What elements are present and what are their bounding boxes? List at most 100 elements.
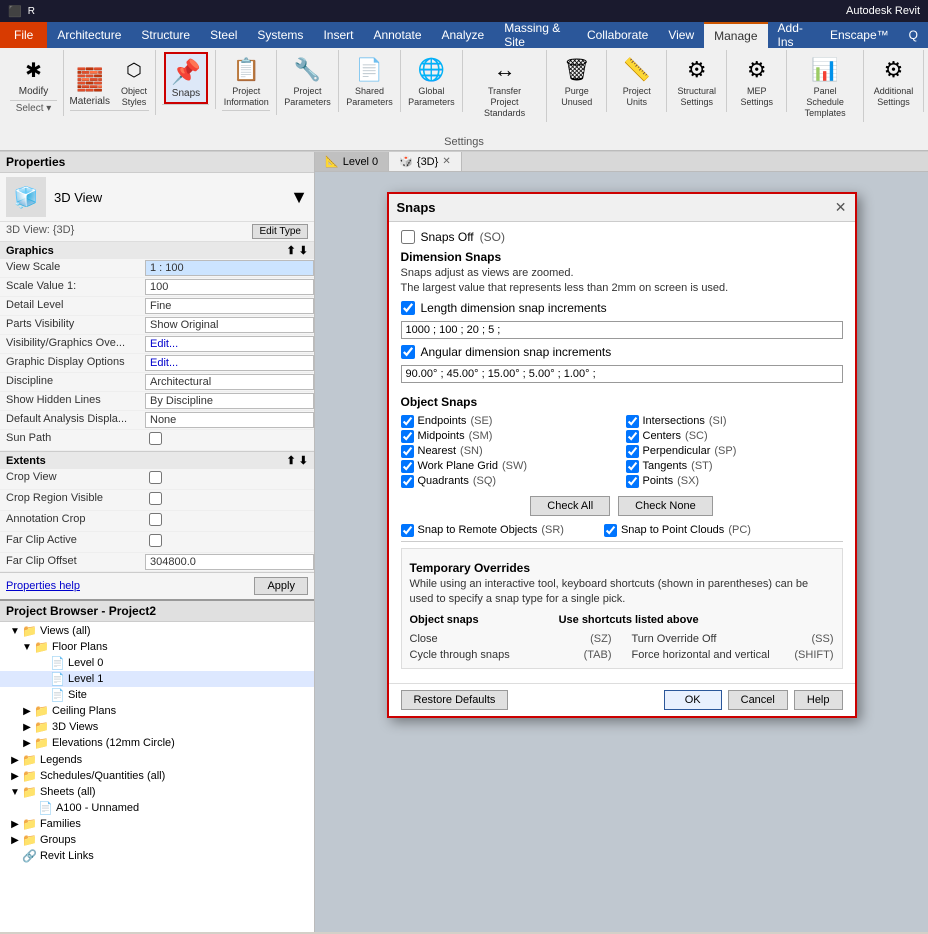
tab-enscape[interactable]: Enscape™ <box>820 22 899 48</box>
materials-button[interactable]: 🧱 Materials <box>65 62 114 110</box>
length-snap-checkbox[interactable] <box>401 301 415 315</box>
angular-snap-input[interactable] <box>401 365 843 383</box>
points-checkbox[interactable] <box>626 475 639 488</box>
nearest-checkbox[interactable] <box>401 445 414 458</box>
quadrants-checkbox[interactable] <box>401 475 414 488</box>
extents-section-header[interactable]: Extents ⬆ ⬇ <box>0 452 314 469</box>
shared-params-button[interactable]: 📄 SharedParameters <box>342 52 397 110</box>
panel-schedule-button[interactable]: 📊 Panel ScheduleTemplates <box>793 52 857 120</box>
cancel-button[interactable]: Cancel <box>728 690 788 710</box>
work-plane-checkbox[interactable] <box>401 460 414 473</box>
ok-button[interactable]: OK <box>664 690 722 710</box>
prop-view-dropdown[interactable]: ▼ <box>290 187 308 208</box>
tree-row-a100[interactable]: 📄 A100 - Unnamed <box>0 800 314 816</box>
transfer-button[interactable]: ↔ TransferProject Standards <box>469 52 540 120</box>
help-button[interactable]: Help <box>794 690 843 710</box>
annot-crop-checkbox[interactable] <box>149 513 162 526</box>
tab-manage[interactable]: Manage <box>704 22 767 48</box>
sun-path-value[interactable] <box>145 431 314 449</box>
tab-structure[interactable]: Structure <box>131 22 200 48</box>
tree-row-schedules[interactable]: ▶ 📁 Schedules/Quantities (all) <box>0 768 314 784</box>
site-expand-icon <box>36 690 50 701</box>
tree-row-floor-plans[interactable]: ▼ 📁 Floor Plans <box>0 639 314 655</box>
tab-insert[interactable]: Insert <box>313 22 363 48</box>
sun-path-checkbox[interactable] <box>149 432 162 445</box>
tab-view[interactable]: View <box>658 22 704 48</box>
global-params-button[interactable]: 🌐 GlobalParameters <box>404 52 459 110</box>
snaps-button[interactable]: 📌 Snaps <box>164 52 208 104</box>
temp-overrides-grid: Close (SZ) Turn Override Off (SS) Cycle … <box>410 632 834 662</box>
snap-remote-checkbox[interactable] <box>401 524 414 537</box>
object-styles-button[interactable]: ⬡ ObjectStyles <box>114 52 154 110</box>
nearest-label: Nearest <box>418 445 457 457</box>
vis-graphics-value[interactable]: Edit... <box>145 336 314 352</box>
tree-row-families[interactable]: ▶ 📁 Families <box>0 816 314 832</box>
apply-button[interactable]: Apply <box>254 577 308 595</box>
project-info-button[interactable]: 📋 ProjectInformation <box>220 52 273 110</box>
tab-file[interactable]: File <box>0 22 47 48</box>
project-info-label: ProjectInformation <box>224 86 269 108</box>
tab-annotate[interactable]: Annotate <box>363 22 431 48</box>
tab-steel[interactable]: Steel <box>200 22 247 48</box>
mep-settings-button[interactable]: ⚙ MEPSettings <box>736 52 777 110</box>
ribbon-content: ✱ Modify Select ▾ 🧱 Materials ⬡ ObjectSt… <box>0 48 928 134</box>
crop-region-value[interactable] <box>145 491 314 509</box>
purge-button[interactable]: 🗑 PurgeUnused <box>557 52 597 110</box>
tree-row-groups[interactable]: ▶ 📁 Groups <box>0 832 314 848</box>
ribbon-group-label-snaps <box>162 104 209 107</box>
tab-3d[interactable]: 🎲 {3D} ✕ <box>389 152 462 171</box>
project-units-button[interactable]: 📏 ProjectUnits <box>617 52 657 110</box>
tab-addins[interactable]: Add-Ins <box>768 22 820 48</box>
3d-tab-close[interactable]: ✕ <box>442 156 450 167</box>
view-scale-value[interactable]: 1 : 100 <box>145 260 314 276</box>
extents-collapse-icon: ⬆ ⬇ <box>287 454 309 467</box>
tab-collaborate[interactable]: Collaborate <box>577 22 658 48</box>
crop-view-checkbox[interactable] <box>149 471 162 484</box>
tree-row-level1[interactable]: 📄 Level 1 <box>0 671 314 687</box>
perpendicular-checkbox[interactable] <box>626 445 639 458</box>
annot-crop-value[interactable] <box>145 512 314 530</box>
tab-analyze[interactable]: Analyze <box>432 22 495 48</box>
tree-row-ceiling-plans[interactable]: ▶ 📁 Ceiling Plans <box>0 703 314 719</box>
restore-defaults-button[interactable]: Restore Defaults <box>401 690 509 710</box>
length-snap-input[interactable] <box>401 321 843 339</box>
tangents-checkbox[interactable] <box>626 460 639 473</box>
tree-row-elevations[interactable]: ▶ 📁 Elevations (12mm Circle) <box>0 735 314 751</box>
tree-row-level0[interactable]: 📄 Level 0 <box>0 655 314 671</box>
tree-row-legends[interactable]: ▶ 📁 Legends <box>0 752 314 768</box>
tree-row-revit-links[interactable]: 🔗 Revit Links <box>0 848 314 864</box>
tab-search[interactable]: Q <box>899 22 928 48</box>
centers-checkbox[interactable] <box>626 430 639 443</box>
additional-settings-button[interactable]: ⚙ AdditionalSettings <box>870 52 918 110</box>
edit-type-button[interactable]: Edit Type <box>252 224 308 239</box>
graphics-section-header[interactable]: Graphics ⬆ ⬇ <box>0 242 314 259</box>
intersections-checkbox[interactable] <box>626 415 639 428</box>
angular-snap-checkbox[interactable] <box>401 345 415 359</box>
crop-view-value[interactable] <box>145 470 314 488</box>
snaps-off-checkbox[interactable] <box>401 230 415 244</box>
structural-settings-button[interactable]: ⚙ StructuralSettings <box>673 52 720 110</box>
snap-clouds-checkbox[interactable] <box>604 524 617 537</box>
tree-row-site[interactable]: 📄 Site <box>0 687 314 703</box>
check-none-button[interactable]: Check None <box>618 496 713 516</box>
tab-level0[interactable]: 📐 Level 0 <box>315 152 389 171</box>
crop-region-checkbox[interactable] <box>149 492 162 505</box>
prop-row-parts-vis: Parts Visibility Show Original <box>0 316 314 335</box>
graphic-display-value[interactable]: Edit... <box>145 355 314 371</box>
tab-massing[interactable]: Massing & Site <box>494 22 577 48</box>
dialog-close-button[interactable]: ✕ <box>835 199 847 216</box>
check-all-button[interactable]: Check All <box>530 496 610 516</box>
revit-links-expand-icon <box>8 851 22 862</box>
tree-row-views-all[interactable]: ▼ 📁 Views (all) <box>0 623 314 639</box>
midpoints-checkbox[interactable] <box>401 430 414 443</box>
modify-button[interactable]: ✱ Modify <box>14 52 54 100</box>
tab-architecture[interactable]: Architecture <box>47 22 131 48</box>
tab-systems[interactable]: Systems <box>247 22 313 48</box>
project-params-button[interactable]: 🔧 ProjectParameters <box>280 52 335 110</box>
endpoints-checkbox[interactable] <box>401 415 414 428</box>
far-clip-value[interactable] <box>145 533 314 551</box>
tree-row-sheets[interactable]: ▼ 📁 Sheets (all) <box>0 784 314 800</box>
properties-help-link[interactable]: Properties help <box>6 580 80 592</box>
tree-row-3d-views[interactable]: ▶ 📁 3D Views <box>0 719 314 735</box>
far-clip-checkbox[interactable] <box>149 534 162 547</box>
